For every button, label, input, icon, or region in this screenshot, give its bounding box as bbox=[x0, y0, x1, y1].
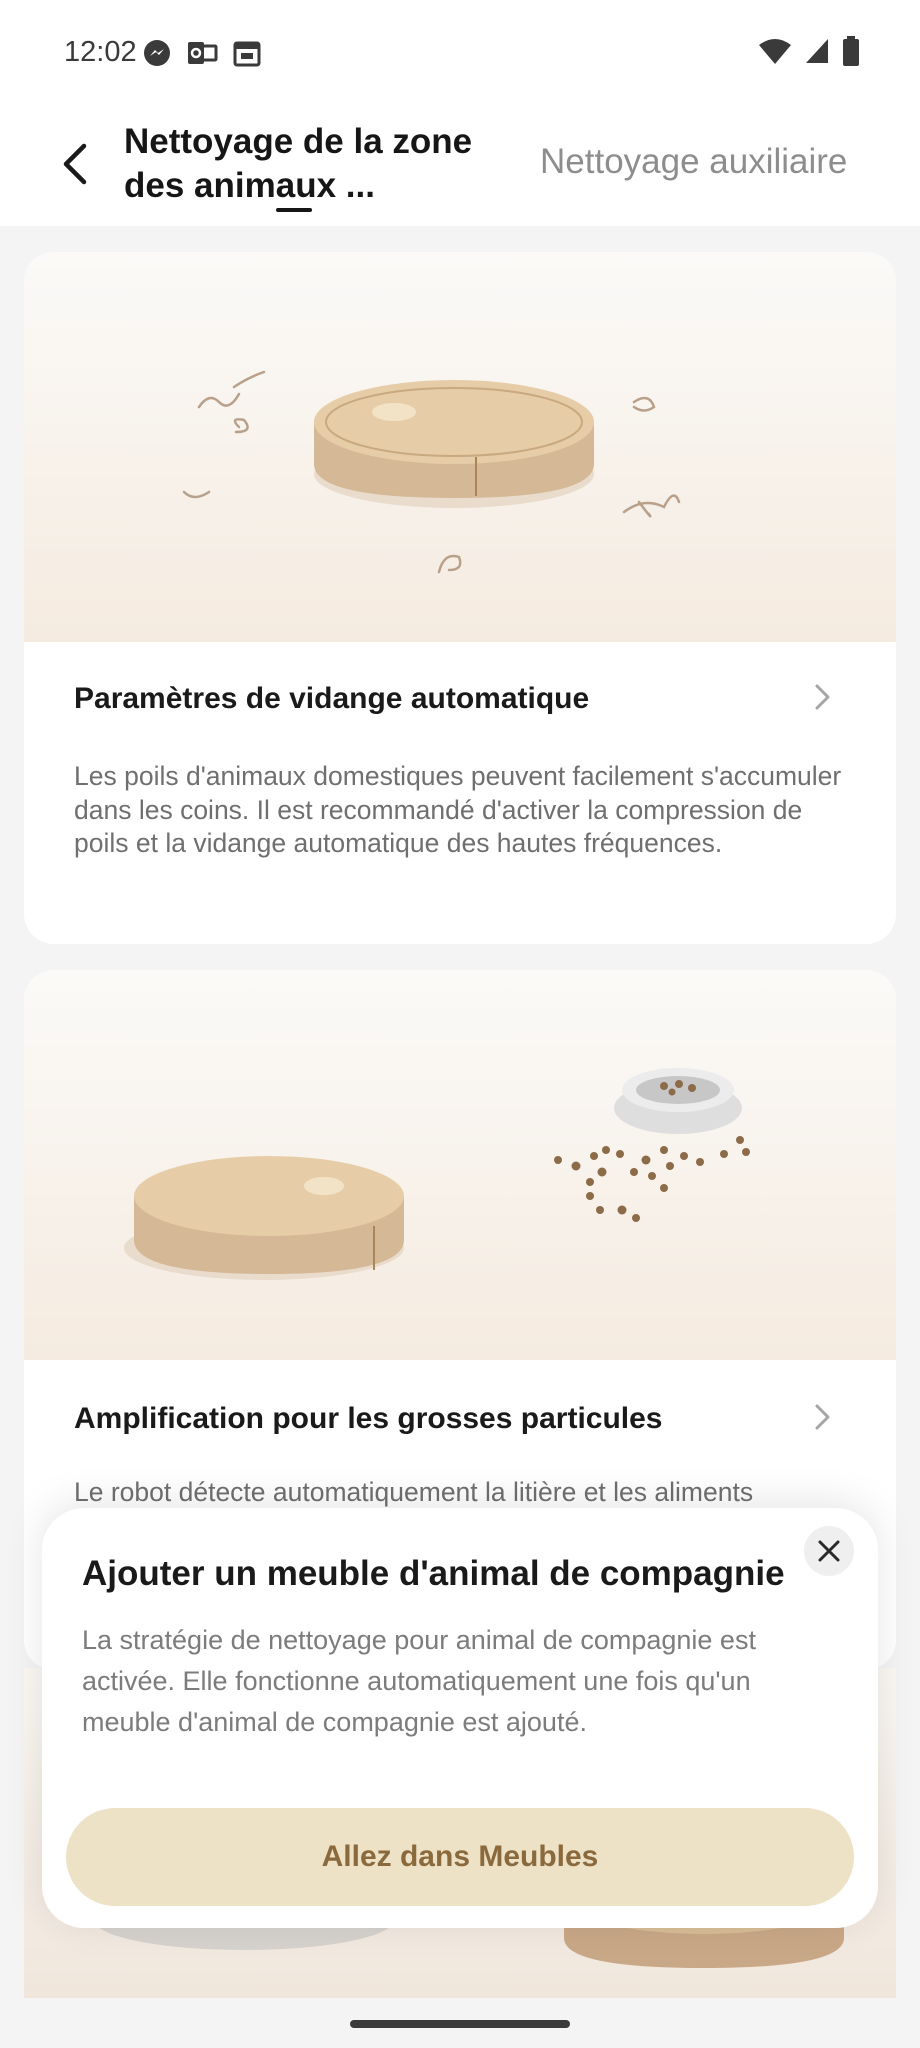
card-description: Les poils d'animaux domestiques peuvent … bbox=[74, 761, 842, 858]
battery-icon bbox=[843, 36, 859, 66]
active-tab-indicator bbox=[276, 208, 312, 212]
go-to-furniture-button[interactable]: Allez dans Meubles bbox=[66, 1808, 854, 1906]
tab-auxiliary-cleaning[interactable]: Nettoyage auxiliaire bbox=[540, 142, 847, 182]
add-pet-furniture-popup: Ajouter un meuble d'animal de compagnie … bbox=[42, 1508, 878, 1928]
popup-description: La stratégie de nettoyage pour animal de… bbox=[82, 1625, 756, 1737]
card-title: Amplification pour les grosses particule… bbox=[74, 1402, 663, 1435]
tab-pet-zone-cleaning[interactable]: Nettoyage de la zone des animaux ... bbox=[124, 120, 484, 208]
robot-pet-hair-illustration bbox=[24, 252, 896, 642]
status-time: 12:02 bbox=[64, 36, 137, 68]
system-icons bbox=[758, 36, 860, 66]
popup-title: Ajouter un meuble d'animal de compagnie bbox=[82, 1554, 785, 1593]
outlook-icon bbox=[188, 42, 218, 64]
card-title: Paramètres de vidange automatique bbox=[74, 682, 590, 715]
close-icon bbox=[818, 1540, 840, 1562]
robot-pet-food-illustration bbox=[24, 970, 896, 1360]
card-description: Le robot détecte automatiquement la liti… bbox=[74, 1477, 754, 1507]
back-arrow-icon[interactable] bbox=[56, 140, 96, 188]
notification-icons bbox=[142, 38, 262, 68]
close-button[interactable] bbox=[804, 1526, 854, 1576]
auto-empty-settings-card[interactable]: Paramètres de vidange automatique Les po… bbox=[24, 252, 896, 944]
top-app-bar: Nettoyage de la zone des animaux ... Net… bbox=[0, 100, 920, 226]
chevron-right-icon[interactable] bbox=[812, 682, 834, 712]
calendar-icon bbox=[233, 41, 261, 67]
status-bar: 12:02 bbox=[0, 0, 920, 100]
home-indicator[interactable] bbox=[350, 2020, 570, 2028]
signal-icon bbox=[806, 39, 828, 63]
wifi-icon bbox=[759, 39, 791, 64]
chevron-right-icon[interactable] bbox=[812, 1402, 834, 1432]
messenger-icon bbox=[144, 40, 170, 66]
